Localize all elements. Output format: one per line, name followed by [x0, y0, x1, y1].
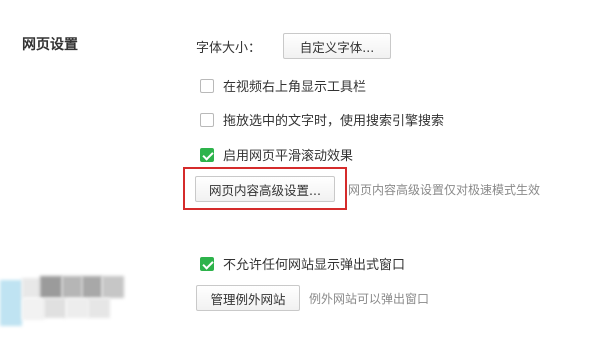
block-popups-label: 不允许任何网站显示弹出式窗口	[223, 258, 406, 273]
option-block-popups[interactable]: 不允许任何网站显示弹出式窗口	[200, 254, 405, 273]
custom-font-button[interactable]: 自定义字体...	[283, 33, 392, 59]
option-drag-search[interactable]: 拖放选中的文字时，使用搜索引擎搜索	[200, 110, 444, 129]
exceptions-row: 管理例外网站 例外网站可以弹出窗口	[196, 285, 429, 311]
option-video-toolbar[interactable]: 在视频右上角显示工具栏	[200, 76, 366, 95]
drag-search-checkbox[interactable]	[200, 112, 214, 127]
advanced-settings-hint: 网页内容高级设置仅对极速模式生效	[348, 182, 541, 197]
blurred-region	[0, 272, 150, 340]
block-popups-checkbox[interactable]	[200, 256, 214, 271]
drag-search-label: 拖放选中的文字时，使用搜索引擎搜索	[223, 114, 445, 129]
manage-exceptions-button[interactable]: 管理例外网站	[196, 285, 300, 311]
video-toolbar-label: 在视频右上角显示工具栏	[223, 80, 367, 95]
highlight-annotation-box	[183, 167, 347, 210]
smooth-scroll-checkbox[interactable]	[200, 147, 214, 162]
smooth-scroll-label: 启用网页平滑滚动效果	[223, 149, 354, 164]
exceptions-hint: 例外网站可以弹出窗口	[309, 291, 430, 306]
font-size-row: 字体大小： 自定义字体...	[196, 33, 392, 59]
video-toolbar-checkbox[interactable]	[200, 78, 214, 93]
section-title: 网页设置	[22, 37, 78, 53]
font-size-label: 字体大小：	[196, 40, 262, 56]
option-smooth-scroll[interactable]: 启用网页平滑滚动效果	[200, 145, 353, 164]
